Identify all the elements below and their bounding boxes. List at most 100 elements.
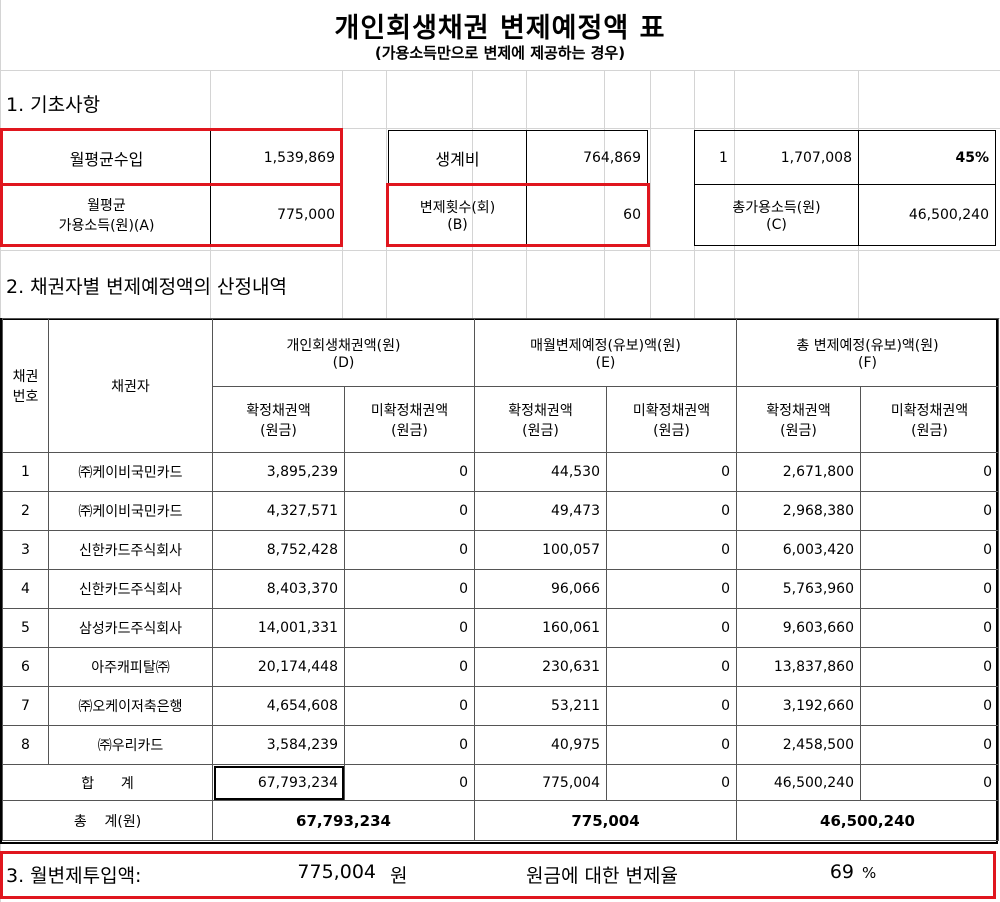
sum-e-confirmed[interactable]: 775,004	[474, 764, 607, 801]
row-f-unconfirmed[interactable]: 0	[860, 608, 999, 648]
row-e-confirmed[interactable]: 53,211	[474, 686, 607, 726]
row-f-confirmed[interactable]: 13,837,860	[736, 647, 861, 687]
row-creditor[interactable]: ㈜케이비국민카드	[48, 452, 213, 492]
misc-index: 1	[695, 131, 735, 185]
total-f[interactable]: 46,500,240	[736, 800, 999, 841]
section3-label: 3. 월변제투입액:	[6, 865, 142, 887]
row-e-confirmed[interactable]: 49,473	[474, 491, 607, 531]
row-d-confirmed[interactable]: 4,654,608	[212, 686, 345, 726]
table-row: 5 삼성카드주식회사 14,001,331 0 160,061 0 9,603,…	[2, 608, 999, 648]
repay-rate-value[interactable]: 69	[740, 861, 854, 883]
row-d-unconfirmed[interactable]: 0	[344, 491, 475, 531]
row-e-unconfirmed[interactable]: 0	[606, 452, 737, 492]
sub-label: (원금)	[260, 422, 297, 439]
row-d-confirmed[interactable]: 20,174,448	[212, 647, 345, 687]
sum-e-unconfirmed[interactable]: 0	[606, 764, 737, 801]
table-row: 6 아주캐피탈㈜ 20,174,448 0 230,631 0 13,837,8…	[2, 647, 999, 687]
total-avail-label-line1: 총가용소득(원)	[732, 200, 821, 216]
row-e-unconfirmed[interactable]: 0	[606, 686, 737, 726]
row-e-confirmed[interactable]: 100,057	[474, 530, 607, 570]
sum-f-unconfirmed[interactable]: 0	[860, 764, 999, 801]
row-e-confirmed[interactable]: 40,975	[474, 725, 607, 765]
misc-value[interactable]: 1,707,008	[735, 131, 859, 185]
row-d-confirmed[interactable]: 8,752,428	[212, 530, 345, 570]
page-subtitle: (가용소득만으로 변제에 제공하는 경우)	[374, 44, 626, 62]
sum-row: 합 계 67,793,234 0 775,004 0 46,500,240 0	[2, 764, 999, 801]
sub-label: 미확정채권액	[370, 402, 449, 419]
row-d-unconfirmed[interactable]: 0	[344, 647, 475, 687]
row-e-confirmed[interactable]: 44,530	[474, 452, 607, 492]
sub-label: (원금)	[391, 422, 428, 439]
row-f-unconfirmed[interactable]: 0	[860, 452, 999, 492]
row-e-unconfirmed[interactable]: 0	[606, 530, 737, 570]
section2-heading: 2. 채권자별 변제예정액의 산정내역	[6, 276, 287, 298]
header-e-unconfirmed: 미확정채권액 (원금)	[606, 386, 737, 453]
total-e[interactable]: 775,004	[474, 800, 737, 841]
sum-d-unconfirmed[interactable]: 0	[344, 764, 475, 801]
row-creditor[interactable]: 신한카드주식회사	[48, 530, 213, 570]
total-row: 총 계(원) 67,793,234 775,004 46,500,240	[2, 800, 999, 841]
row-f-unconfirmed[interactable]: 0	[860, 530, 999, 570]
row-e-unconfirmed[interactable]: 0	[606, 725, 737, 765]
living-cost-label: 생계비	[389, 131, 527, 185]
total-avail-value[interactable]: 46,500,240	[859, 185, 995, 245]
row-e-unconfirmed[interactable]: 0	[606, 491, 737, 531]
row-f-confirmed[interactable]: 2,671,800	[736, 452, 861, 492]
row-f-confirmed[interactable]: 2,458,500	[736, 725, 861, 765]
row-d-unconfirmed[interactable]: 0	[344, 452, 475, 492]
row-creditor[interactable]: ㈜케이비국민카드	[48, 491, 213, 531]
sub-label: (원금)	[653, 422, 690, 439]
row-f-confirmed[interactable]: 3,192,660	[736, 686, 861, 726]
row-creditor[interactable]: 삼성카드주식회사	[48, 608, 213, 648]
row-e-confirmed[interactable]: 230,631	[474, 647, 607, 687]
row-f-confirmed[interactable]: 5,763,960	[736, 569, 861, 609]
sub-label: 확정채권액	[246, 402, 311, 419]
sum-label: 합 계	[2, 764, 213, 801]
row-e-confirmed[interactable]: 96,066	[474, 569, 607, 609]
row-d-confirmed[interactable]: 8,403,370	[212, 569, 345, 609]
row-f-unconfirmed[interactable]: 0	[860, 725, 999, 765]
row-f-confirmed[interactable]: 6,003,420	[736, 530, 861, 570]
row-f-confirmed[interactable]: 2,968,380	[736, 491, 861, 531]
row-d-unconfirmed[interactable]: 0	[344, 725, 475, 765]
monthly-repay-value[interactable]: 775,004	[230, 861, 376, 883]
repay-count-highlight	[386, 183, 650, 247]
row-creditor[interactable]: ㈜오케이저축은행	[48, 686, 213, 726]
sub-label: 미확정채권액	[632, 402, 711, 419]
misc-percent[interactable]: 45%	[859, 131, 995, 185]
table-row: 4 신한카드주식회사 8,403,370 0 96,066 0 5,763,96…	[2, 569, 999, 609]
row-e-confirmed[interactable]: 160,061	[474, 608, 607, 648]
row-no: 6	[2, 647, 49, 687]
header-no-line1: 채권	[12, 368, 39, 385]
sum-d-confirmed-selected-cell[interactable]: 67,793,234	[212, 764, 345, 801]
row-creditor[interactable]: 아주캐피탈㈜	[48, 647, 213, 687]
row-d-confirmed[interactable]: 3,584,239	[212, 725, 345, 765]
row-d-unconfirmed[interactable]: 0	[344, 686, 475, 726]
row-creditor[interactable]: 신한카드주식회사	[48, 569, 213, 609]
row-e-unconfirmed[interactable]: 0	[606, 569, 737, 609]
header-group-d: 개인회생채권액(원) (D)	[212, 318, 475, 387]
row-f-unconfirmed[interactable]: 0	[860, 686, 999, 726]
row-creditor[interactable]: ㈜우리카드	[48, 725, 213, 765]
row-e-unconfirmed[interactable]: 0	[606, 608, 737, 648]
row-d-unconfirmed[interactable]: 0	[344, 569, 475, 609]
sub-label: (원금)	[911, 422, 948, 439]
row-f-unconfirmed[interactable]: 0	[860, 647, 999, 687]
row-d-confirmed[interactable]: 14,001,331	[212, 608, 345, 648]
row-d-confirmed[interactable]: 4,327,571	[212, 491, 345, 531]
row-f-confirmed[interactable]: 9,603,660	[736, 608, 861, 648]
table-row: 8 ㈜우리카드 3,584,239 0 40,975 0 2,458,500 0	[2, 725, 999, 765]
total-d[interactable]: 67,793,234	[212, 800, 475, 841]
row-d-unconfirmed[interactable]: 0	[344, 530, 475, 570]
living-cost-value[interactable]: 764,869	[527, 131, 647, 185]
header-f-confirmed: 확정채권액 (원금)	[736, 386, 861, 453]
row-f-unconfirmed[interactable]: 0	[860, 569, 999, 609]
row-e-unconfirmed[interactable]: 0	[606, 647, 737, 687]
total-avail-label-line2: (C)	[766, 217, 787, 233]
header-e-confirmed: 확정채권액 (원금)	[474, 386, 607, 453]
row-d-unconfirmed[interactable]: 0	[344, 608, 475, 648]
section1-heading: 1. 기초사항	[6, 94, 101, 116]
row-f-unconfirmed[interactable]: 0	[860, 491, 999, 531]
sum-f-confirmed[interactable]: 46,500,240	[736, 764, 861, 801]
row-d-confirmed[interactable]: 3,895,239	[212, 452, 345, 492]
